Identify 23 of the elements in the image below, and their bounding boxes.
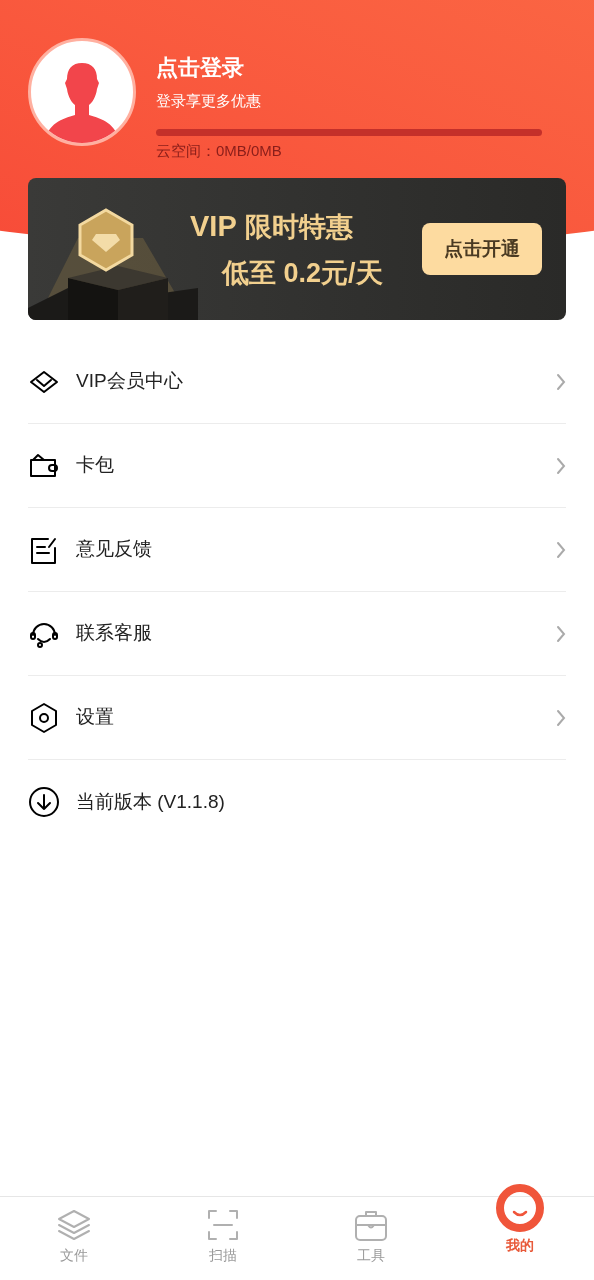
- login-subtitle: 登录享更多优惠: [156, 91, 262, 111]
- vip-label: VIP: [190, 209, 237, 244]
- settings-icon: [28, 701, 60, 734]
- chevron-right-icon: [556, 372, 566, 391]
- vip-banner[interactable]: VIP 限时特惠 低至 0.2元/天 点击开通: [28, 178, 566, 320]
- chevron-right-icon: [556, 456, 566, 475]
- chevron-right-icon: [556, 708, 566, 727]
- menu-item[interactable]: 当前版本 (V1.1.8): [28, 760, 566, 844]
- vip-price: 低至 0.2元/天: [220, 256, 383, 290]
- menu-item[interactable]: 卡包: [28, 424, 566, 508]
- menu-item[interactable]: 联系客服: [28, 592, 566, 676]
- menu-item[interactable]: 设置: [28, 676, 566, 760]
- chevron-right-icon: [556, 624, 566, 643]
- chevron-right-icon: [556, 540, 566, 559]
- menu-item[interactable]: VIP会员中心: [28, 340, 566, 424]
- activate-button[interactable]: 点击开通: [422, 223, 542, 275]
- layers-icon: [56, 1207, 93, 1243]
- menu-item[interactable]: 意见反馈: [28, 508, 566, 592]
- tab[interactable]: 我的: [445, 1183, 594, 1280]
- vip-headline: 限时特惠: [244, 210, 353, 244]
- storage-label: 云空间：0MB/0MB: [156, 140, 283, 161]
- smile-icon: [494, 1183, 545, 1233]
- download-icon: [28, 786, 60, 818]
